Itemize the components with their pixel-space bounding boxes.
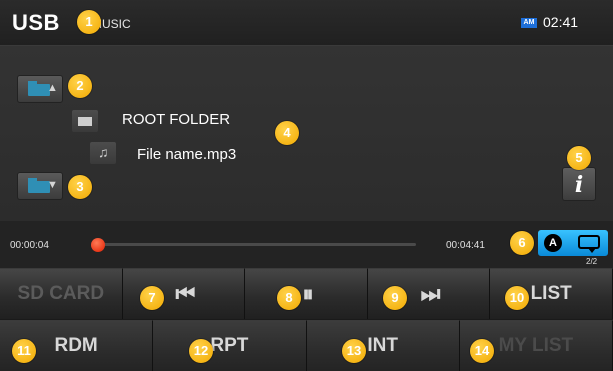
root-folder-label: ROOT FOLDER xyxy=(122,111,231,128)
pause-icon: ⏸ xyxy=(302,281,313,306)
pause-button[interactable]: ⏸ xyxy=(245,268,368,319)
callout-badge: 3 xyxy=(68,175,92,199)
callout-badge: 7 xyxy=(140,286,164,310)
info-button[interactable]: i xyxy=(562,167,596,201)
callout-badge: 5 xyxy=(567,146,591,170)
play-mode-button[interactable]: A xyxy=(538,230,608,256)
callout-badge: 10 xyxy=(505,286,529,310)
folder-up-button[interactable]: ▲ xyxy=(17,75,63,103)
elapsed-time: 00:00:04 xyxy=(10,240,49,251)
file-name-label: File name.mp3 xyxy=(137,146,237,163)
callout-badge: 6 xyxy=(510,231,534,255)
folder-down-button[interactable]: ▼ xyxy=(17,172,63,200)
total-time: 00:04:41 xyxy=(446,240,485,251)
track-count: 2/2 xyxy=(586,257,598,266)
repeat-a-icon: A xyxy=(544,234,562,252)
callout-badge: 2 xyxy=(68,74,92,98)
am-badge: AM xyxy=(521,18,537,28)
callout-badge: 9 xyxy=(383,286,407,310)
callout-badge: 11 xyxy=(12,339,36,363)
folder-icon xyxy=(72,110,98,132)
source-title: USB xyxy=(12,10,60,35)
sd-card-button[interactable]: SD CARD xyxy=(0,268,123,319)
seek-knob[interactable] xyxy=(90,238,105,252)
next-track-icon: ⏭ xyxy=(420,281,441,306)
clock: 02:41 xyxy=(543,14,579,30)
callout-badge: 14 xyxy=(470,339,494,363)
seek-track[interactable] xyxy=(93,243,416,246)
callout-badge: 12 xyxy=(189,339,213,363)
file-browser xyxy=(0,46,613,221)
previous-track-icon: ⏮ xyxy=(175,281,195,306)
callout-badge: 8 xyxy=(277,286,301,310)
callout-badge: 4 xyxy=(275,121,299,145)
callout-badge: 13 xyxy=(342,339,366,363)
play-mode-row: RDM RPT INT MY LIST xyxy=(0,320,613,371)
repeat-button[interactable]: RPT xyxy=(153,320,307,371)
callout-badge: 1 xyxy=(77,10,101,34)
intro-button[interactable]: INT xyxy=(306,320,460,371)
repeat-icon xyxy=(578,235,600,253)
music-note-icon: ♫ xyxy=(90,142,116,164)
